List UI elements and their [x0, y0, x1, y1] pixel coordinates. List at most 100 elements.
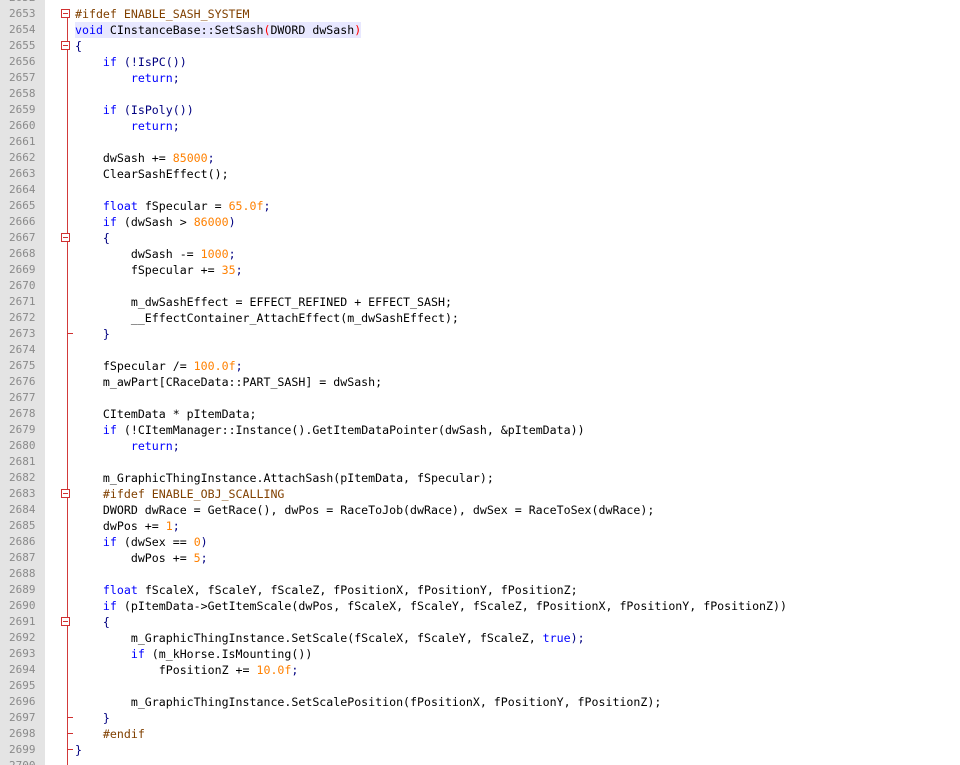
code-line[interactable]: 2694 fPositionZ += 10.0f;	[0, 662, 960, 678]
code-line[interactable]: 2661	[0, 134, 960, 150]
line-number: 2654	[9, 23, 36, 36]
code-token: m_GraphicThingInstance.AttachSash(pItemD…	[75, 471, 494, 485]
code-token: (IsPoly())	[123, 103, 194, 117]
code-line[interactable]: 2668 dwSash -= 1000;	[0, 246, 960, 262]
fold-collapse-icon[interactable]	[61, 617, 70, 626]
code-text: return;	[75, 118, 180, 134]
code-line[interactable]: 2679 if (!CItemManager::Instance().GetIt…	[0, 422, 960, 438]
code-line[interactable]: 2674	[0, 342, 960, 358]
code-line[interactable]: 2658	[0, 86, 960, 102]
line-number: 2694	[9, 663, 36, 676]
code-area[interactable]: 26522653#ifdef ENABLE_SASH_SYSTEM2654voi…	[0, 0, 960, 765]
code-line[interactable]: 2667 {	[0, 230, 960, 246]
code-line[interactable]: 2691 {	[0, 614, 960, 630]
code-line[interactable]: 2682 m_GraphicThingInstance.AttachSash(p…	[0, 470, 960, 486]
code-token: DWORD dwSash	[270, 23, 355, 37]
line-number: 2677	[9, 391, 36, 404]
code-line[interactable]: 2683 #ifdef ENABLE_OBJ_SCALLING	[0, 486, 960, 502]
code-text: if (!CItemManager::Instance().GetItemDat…	[75, 422, 585, 438]
code-line[interactable]: 2692 m_GraphicThingInstance.SetScale(fSc…	[0, 630, 960, 646]
code-line[interactable]: 2660 return;	[0, 118, 960, 134]
code-line[interactable]: 2690 if (pItemData->GetItemScale(dwPos, …	[0, 598, 960, 614]
code-token: (dwSex ==	[123, 535, 194, 549]
code-line[interactable]: 2656 if (!IsPC())	[0, 54, 960, 70]
code-line[interactable]: 2680 return;	[0, 438, 960, 454]
code-text: m_GraphicThingInstance.AttachSash(pItemD…	[75, 470, 494, 486]
line-number: 2662	[9, 151, 36, 164]
fold-collapse-icon[interactable]	[61, 233, 70, 242]
code-text: float fScaleX, fScaleY, fScaleZ, fPositi…	[75, 582, 578, 598]
line-number: 2700	[0, 758, 41, 765]
code-line[interactable]: 2675 fSpecular /= 100.0f;	[0, 358, 960, 374]
code-line[interactable]: 2672 __EffectContainer_AttachEffect(m_dw…	[0, 310, 960, 326]
line-number: 2688	[9, 567, 36, 580]
code-token: m_awPart[CRaceData::PART_SASH] = dwSash;	[75, 375, 383, 389]
code-line[interactable]: 2687 dwPos += 5;	[0, 550, 960, 566]
code-token: ;	[172, 439, 180, 453]
fold-end-marker	[67, 749, 73, 750]
code-line[interactable]: 2666 if (dwSash > 86000)	[0, 214, 960, 230]
code-line[interactable]: 2653 #ifdef ENABLE_SASH_SYSTEM	[0, 6, 960, 22]
line-number: 2658	[9, 87, 36, 100]
code-line[interactable]: 2670	[0, 278, 960, 294]
code-line[interactable]: 2700	[0, 758, 960, 765]
fold-collapse-icon[interactable]	[61, 41, 70, 50]
code-line[interactable]: 2696 m_GraphicThingInstance.SetScalePosi…	[0, 694, 960, 710]
code-line[interactable]: 2693 if (m_kHorse.IsMounting())	[0, 646, 960, 662]
code-line[interactable]: 2669 fSpecular += 35;	[0, 262, 960, 278]
line-number: 2676	[9, 375, 36, 388]
code-line[interactable]: 2663 ClearSashEffect();	[0, 166, 960, 182]
fold-end-marker	[67, 333, 73, 334]
code-token: ;	[172, 119, 180, 133]
line-number: 2668	[9, 247, 36, 260]
code-line[interactable]: 2688	[0, 566, 960, 582]
code-line[interactable]: 2686 if (dwSex == 0)	[0, 534, 960, 550]
code-line[interactable]: 2665 float fSpecular = 65.0f;	[0, 198, 960, 214]
code-line[interactable]: 2676 m_awPart[CRaceData::PART_SASH] = dw…	[0, 374, 960, 390]
line-number: 2682	[9, 471, 36, 484]
code-token: {	[75, 39, 82, 53]
code-line[interactable]: 2673 }	[0, 326, 960, 342]
code-token: m_GraphicThingInstance.SetScale(fScaleX,…	[75, 631, 543, 645]
code-line[interactable]: 2655 {	[0, 38, 960, 54]
code-token: }	[75, 327, 110, 341]
code-text: if (dwSash > 86000)	[75, 214, 236, 230]
code-line[interactable]: 2657 return;	[0, 70, 960, 86]
line-number: 2681	[9, 455, 36, 468]
code-line[interactable]: 2681	[0, 454, 960, 470]
code-text: m_GraphicThingInstance.SetScalePosition(…	[75, 694, 662, 710]
code-line[interactable]: 2699}	[0, 742, 960, 758]
code-token: if	[75, 599, 124, 613]
code-token: #ifdef ENABLE_OBJ_SCALLING	[75, 487, 285, 501]
code-line[interactable]: 2697 }	[0, 710, 960, 726]
code-line[interactable]: 2664	[0, 182, 960, 198]
line-number: 2695	[9, 679, 36, 692]
code-line[interactable]: 2677	[0, 390, 960, 406]
code-editor[interactable]: 26522653#ifdef ENABLE_SASH_SYSTEM2654voi…	[0, 0, 960, 765]
code-token: (dwSash >	[123, 215, 194, 229]
line-number: 2660	[9, 119, 36, 132]
code-token: )	[200, 535, 208, 549]
code-line[interactable]: 2689 float fScaleX, fScaleY, fScaleZ, fP…	[0, 582, 960, 598]
code-line[interactable]: 2662 dwSash += 85000;	[0, 150, 960, 166]
line-number: 2685	[9, 519, 36, 532]
code-token: (!IsPC())	[123, 55, 187, 69]
line-number: 2691	[9, 615, 36, 628]
fold-collapse-icon[interactable]	[61, 9, 70, 18]
code-line[interactable]: 2695	[0, 678, 960, 694]
code-text: m_awPart[CRaceData::PART_SASH] = dwSash;	[75, 374, 382, 390]
code-token: 86000	[193, 215, 229, 229]
code-line[interactable]: 2698 #endif	[0, 726, 960, 742]
fold-collapse-icon[interactable]	[61, 489, 70, 498]
code-line[interactable]: 2654 void CInstanceBase::SetSash(DWORD dw…	[0, 22, 960, 38]
code-line[interactable]: 2685 dwPos += 1;	[0, 518, 960, 534]
code-line[interactable]: 2678 CItemData * pItemData;	[0, 406, 960, 422]
code-text: dwPos += 5;	[75, 550, 208, 566]
code-line[interactable]: 2684 DWORD dwRace = GetRace(), dwPos = R…	[0, 502, 960, 518]
code-line[interactable]: 2659 if (IsPoly())	[0, 102, 960, 118]
code-token: dwSash -=	[75, 247, 201, 261]
line-number: 2690	[9, 599, 36, 612]
code-token: void	[75, 23, 110, 37]
code-line[interactable]: 2671 m_dwSashEffect = EFFECT_REFINED + E…	[0, 294, 960, 310]
code-text: dwSash += 85000;	[75, 150, 215, 166]
